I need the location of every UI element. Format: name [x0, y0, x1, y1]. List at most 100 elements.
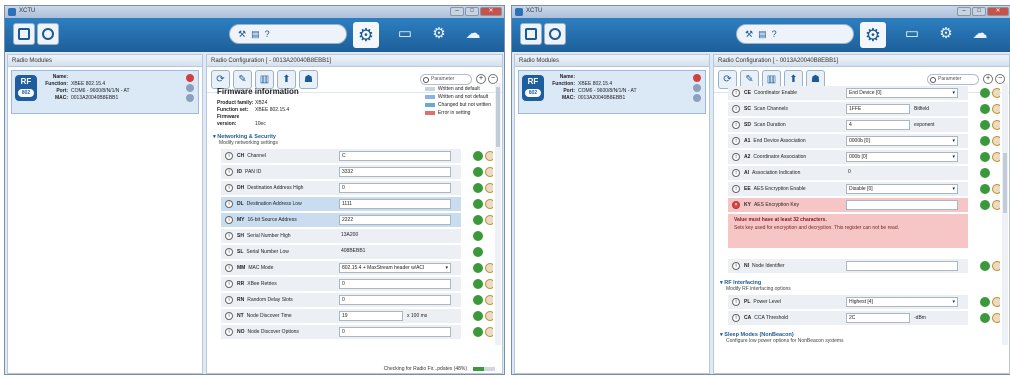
info-icon[interactable]: i [225, 280, 233, 288]
param-row-ce[interactable]: i CE Coordinator Enable End Device [0] [728, 86, 1000, 101]
refresh-icon[interactable] [980, 136, 990, 146]
help-icon[interactable]: ? [265, 29, 270, 39]
info-icon[interactable]: i [732, 89, 740, 97]
network-mode-icon[interactable]: ⚙ [429, 25, 449, 43]
config-scrollbar[interactable] [495, 83, 501, 345]
write-icon[interactable] [992, 104, 1000, 114]
console-icon[interactable]: ▤ [251, 29, 260, 40]
refresh-icon[interactable] [473, 167, 483, 177]
refresh-icon[interactable] [473, 327, 483, 337]
refresh-icon[interactable] [473, 279, 483, 289]
info-icon[interactable]: × [732, 201, 740, 209]
write-icon[interactable] [992, 200, 1000, 210]
param-value-ce[interactable]: End Device [0] [846, 88, 958, 98]
parameter-search-input[interactable]: Parameter [420, 74, 472, 85]
info-icon[interactable]: i [225, 216, 233, 224]
param-value-rr[interactable]: 0 [339, 279, 451, 289]
param-row-ai[interactable]: i AI Association Indication 0 [728, 166, 990, 181]
param-value-sc[interactable]: 1FFE [846, 104, 910, 114]
refresh-icon[interactable] [473, 263, 483, 273]
maximize-button[interactable]: □ [972, 7, 986, 16]
minimize-button[interactable]: – [957, 7, 971, 16]
radio-module-item[interactable]: RF 802 Name: Function: XBEE 802.15.4 Port:… [518, 70, 706, 114]
param-value-ca[interactable]: 2C [846, 313, 910, 323]
info-icon[interactable]: i [225, 248, 233, 256]
param-value-sd[interactable]: 4 [846, 120, 910, 130]
maximize-button[interactable]: □ [465, 7, 479, 16]
info-icon[interactable]: i [225, 312, 233, 320]
param-value-a2[interactable]: 000b [0] [846, 152, 958, 162]
param-row-rr[interactable]: i RR XBee Retries 0 [221, 277, 493, 292]
tools-group[interactable]: ⚒ ▤ ? [736, 24, 854, 44]
refresh-icon[interactable] [473, 231, 483, 241]
write-icon[interactable] [485, 215, 493, 225]
discover-modules-button[interactable] [37, 23, 59, 45]
write-icon[interactable] [992, 297, 1000, 307]
write-icon[interactable] [485, 263, 493, 273]
info-icon[interactable]: i [225, 264, 233, 272]
minimize-button[interactable]: – [450, 7, 464, 16]
param-row-no[interactable]: i NO Node Discover Options 0 [221, 325, 493, 340]
refresh-icon[interactable] [473, 311, 483, 321]
config-scrollbar[interactable] [1002, 83, 1008, 345]
console-icon[interactable]: ▤ [758, 29, 767, 40]
refresh-icon[interactable] [473, 247, 483, 257]
param-row-my[interactable]: i MY 16-bit Source Address 2222 [221, 213, 493, 228]
info-icon[interactable]: i [225, 168, 233, 176]
param-row-pl[interactable]: i PL Power Level Highest [4] [728, 295, 1000, 310]
remove-module-icon[interactable] [186, 74, 194, 82]
info-icon[interactable]: i [225, 200, 233, 208]
info-icon[interactable]: i [732, 137, 740, 145]
info-icon[interactable]: i [732, 169, 740, 177]
close-button[interactable]: ✕ [480, 7, 502, 16]
write-icon[interactable] [992, 261, 1000, 271]
discover-modules-button[interactable] [544, 23, 566, 45]
add-module-button[interactable] [13, 23, 35, 45]
info-icon[interactable]: i [732, 298, 740, 306]
param-row-sd[interactable]: i SD Scan Duration 4 exponent [728, 118, 1000, 133]
info-icon[interactable]: i [732, 314, 740, 322]
info-icon[interactable]: i [225, 328, 233, 336]
info-icon[interactable]: i [732, 262, 740, 270]
write-icon[interactable] [992, 152, 1000, 162]
param-value-ee[interactable]: Disable [0] [846, 184, 958, 194]
param-row-rn[interactable]: i RN Random Delay Slots 0 [221, 293, 493, 308]
info-icon[interactable]: i [225, 232, 233, 240]
consoles-mode-icon[interactable]: ▭ [395, 25, 415, 43]
refresh-icon[interactable] [473, 183, 483, 193]
expand-all-icon[interactable]: + [476, 74, 486, 84]
write-icon[interactable] [992, 88, 1000, 98]
param-row-ky[interactable]: × KY AES Encryption Key [728, 198, 1000, 213]
param-row-id[interactable]: i ID PAN ID 3332 [221, 165, 493, 180]
param-value-mm[interactable]: 802.15.4 + MaxStream header w/ACI [339, 263, 451, 273]
refresh-icon[interactable] [473, 199, 483, 209]
param-value-id[interactable]: 3332 [339, 167, 451, 177]
write-icon[interactable] [992, 184, 1000, 194]
param-value-no[interactable]: 0 [339, 327, 451, 337]
network-mode-icon[interactable]: ⚙ [936, 25, 956, 43]
search-remote-icon[interactable] [186, 84, 194, 92]
configuration-mode-gear-icon[interactable]: ⚙ [860, 22, 886, 48]
write-icon[interactable] [485, 151, 493, 161]
cloud-icon[interactable]: ☁ [970, 25, 990, 43]
configuration-mode-gear-icon[interactable]: ⚙ [353, 22, 379, 48]
info-icon[interactable]: i [225, 184, 233, 192]
refresh-icon[interactable] [473, 215, 483, 225]
param-row-sl[interactable]: i SL Serial Number Low 408BEBB1 [221, 245, 483, 260]
refresh-icon[interactable] [980, 104, 990, 114]
param-value-nt[interactable]: 19 [339, 311, 403, 321]
refresh-icon[interactable] [980, 120, 990, 130]
radio-module-item[interactable]: RF 802 Name: Function: XBEE 802.15.4 Port:… [11, 70, 199, 114]
remove-module-icon[interactable] [693, 74, 701, 82]
info-icon[interactable]: i [225, 296, 233, 304]
cloud-icon[interactable]: ☁ [463, 25, 483, 43]
param-value-a1[interactable]: 0000b [0] [846, 136, 958, 146]
param-row-ee[interactable]: i EE AES Encryption Enable Disable [0] [728, 182, 1000, 197]
refresh-icon[interactable] [980, 184, 990, 194]
info-icon[interactable]: i [732, 105, 740, 113]
parameter-search-input[interactable]: Parameter [927, 74, 979, 85]
refresh-icon[interactable] [980, 297, 990, 307]
write-icon[interactable] [992, 136, 1000, 146]
param-row-sh[interactable]: i SH Serial Number High 13A200 [221, 229, 483, 244]
info-icon[interactable]: i [732, 121, 740, 129]
